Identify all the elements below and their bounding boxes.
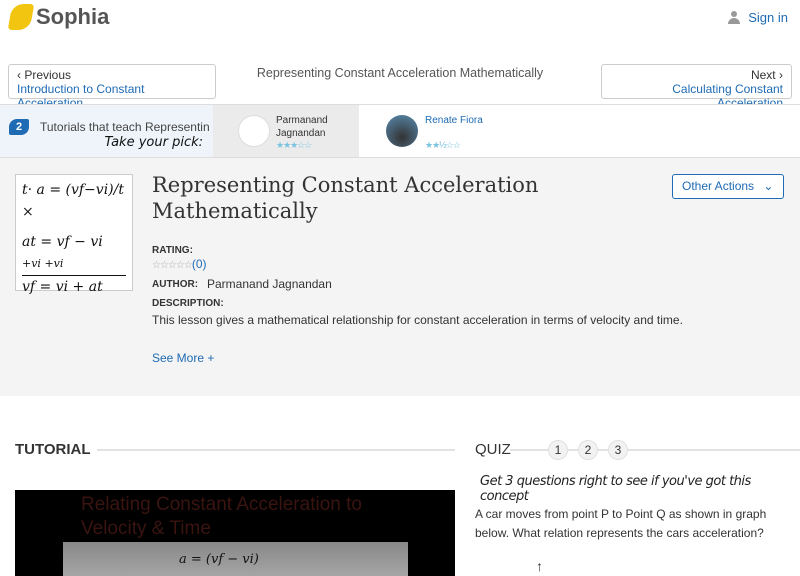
previous-label: ‹ Previous [17,68,72,82]
take-your-pick: Take your pick: [104,135,203,150]
author-name: Parmanand Jagnandan [207,277,332,291]
quiz-heading: QUIZ [475,441,511,458]
graph-arrow-icon: ↑ [536,558,543,574]
description-text: This lesson gives a mathematical relatio… [152,313,683,327]
other-actions-button[interactable]: Other Actions ⌄ [672,174,784,199]
user-icon [728,11,741,24]
next-label: Next › [750,68,783,82]
tutorial-author: Parmanand Jagnandan [276,115,328,139]
tutorial-heading: TUTORIAL [15,441,91,458]
video-formula: a = (vf − vi) [179,552,259,567]
tutorial-video[interactable]: Relating Constant Acceleration to Veloci… [15,490,455,576]
tutorials-intro: 2 Tutorials that teach Representing Cons… [0,105,213,157]
sign-in-label: Sign in [748,10,788,25]
video-board: a = (vf − vi) [63,542,408,576]
quiz-step-2[interactable]: 2 [578,440,598,460]
tutorial-option[interactable]: Renate Fiora ★★½☆☆ [359,105,800,157]
description-label: DESCRIPTION: [152,298,224,309]
chevron-down-icon: ⌄ [763,179,774,193]
tutorial-option[interactable]: Parmanand Jagnandan ★★★☆☆ [213,105,359,157]
thumb-line: vf = vi + at [22,279,103,295]
thumb-line: +vi +vi [22,253,126,276]
logo-icon [7,4,35,30]
tutorial-avatar [386,115,418,147]
sign-in-link[interactable]: Sign in [728,10,788,25]
star-rating: ★★★☆☆ [276,140,312,150]
star-rating: ★★½☆☆ [425,140,461,150]
previous-button[interactable]: ‹ Previous Introduction to Constant Acce… [8,64,216,110]
next-button[interactable]: Next › Calculating Constant Acceleration [601,64,792,110]
tutorials-strip: 2 Tutorials that teach Representing Cons… [0,104,800,158]
author-label: AUTHOR: [152,279,199,290]
empty-stars-icon: ☆☆☆☆☆ [152,260,193,271]
tutorial-author: Renate Fiora [425,115,483,126]
previous-text: Previous [24,68,72,82]
brand-name: Sophia [36,4,110,29]
lesson-title: Representing Constant Acceleration Mathe… [152,173,539,223]
quiz-step-1[interactable]: 1 [548,440,568,460]
tutorial-count-badge: 2 [9,119,29,135]
lesson-thumbnail: t· a = (vf−vi)/t × at = vf − vi +vi +vi … [15,174,133,295]
see-more-link[interactable]: See More + [152,351,214,365]
thumb-line: at = vf − vi [22,234,103,250]
thumb-line: t· a = (vf−vi)/t × [22,182,124,220]
quiz-step-3[interactable]: 3 [608,440,628,460]
current-lesson-title: Representing Constant Acceleration Mathe… [256,66,544,80]
tutorial-thumbnail [238,115,270,147]
rating[interactable]: ☆☆☆☆☆(0) [152,257,207,271]
other-actions-label: Other Actions [682,179,755,193]
next-text: Next [750,68,776,82]
rating-count: (0) [191,257,207,271]
video-title: Relating Constant Acceleration to Veloci… [81,494,362,539]
divider [97,449,455,451]
tutorials-text: Tutorials that teach Representing Consta… [40,120,210,134]
quiz-prompt: Get 3 questions right to see if you've g… [480,474,751,504]
sophia-logo[interactable]: Sophia [7,4,110,30]
rating-label: RATING: [152,245,193,256]
quiz-question: A car moves from point P to Point Q as s… [475,507,767,540]
